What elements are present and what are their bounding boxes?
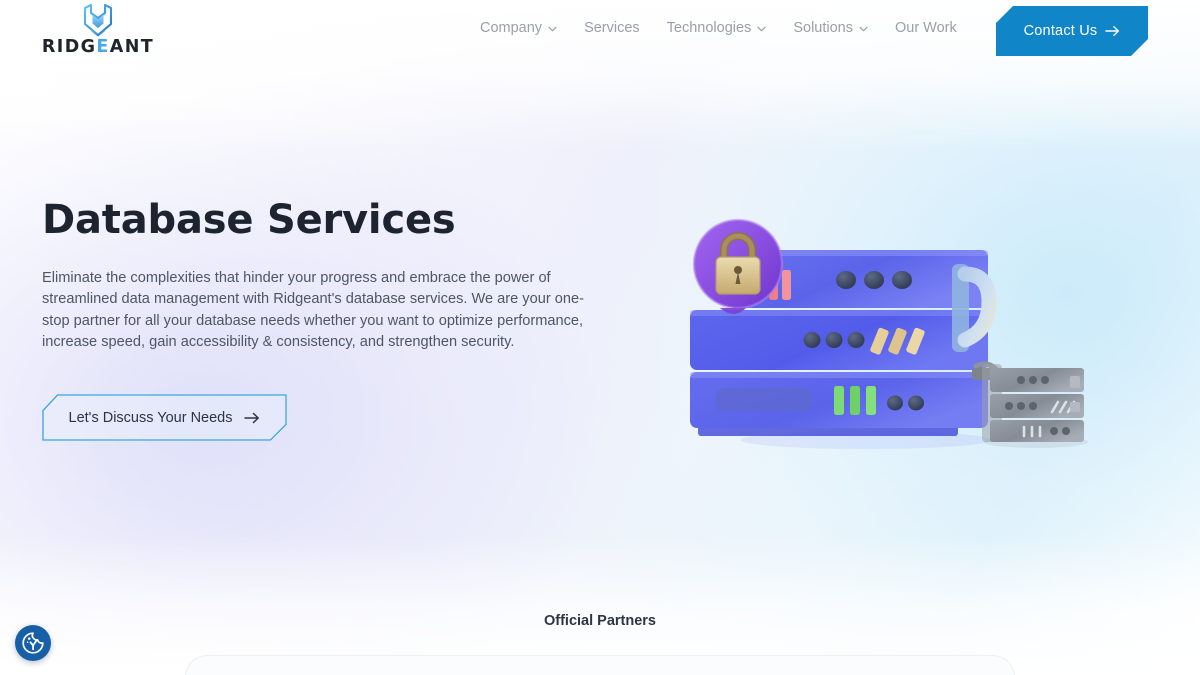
nav-label-solutions: Solutions xyxy=(793,20,853,36)
official-partners-heading: Official Partners xyxy=(543,613,656,629)
server-rack-middle-unit xyxy=(690,310,988,370)
hero-paragraph: Eliminate the complexities that hinder y… xyxy=(42,270,584,351)
logo-wordmark-prefix: RIDG xyxy=(41,37,97,57)
arrow-right-icon xyxy=(244,412,260,423)
contact-us-label: Contact Us xyxy=(1023,23,1098,39)
chevron-down-icon xyxy=(757,26,766,32)
server-rack-bottom-unit xyxy=(690,372,988,428)
main-navigation: Company Services Technologies Solutions xyxy=(480,21,957,36)
nav-label-our-work: Our Work xyxy=(894,20,957,36)
server-illustration-svg xyxy=(690,218,1088,449)
background-bottom-fade xyxy=(0,535,1200,675)
top-unit-ports xyxy=(836,271,912,289)
contact-us-button[interactable]: Contact Us xyxy=(996,6,1148,56)
bottom-unit-panel xyxy=(716,388,812,412)
shield-logo-icon xyxy=(83,4,113,37)
site-header: RIDGEANT Company Services Technologies S… xyxy=(0,0,1200,66)
logo-wordmark: RIDGEANT xyxy=(41,37,155,57)
logo-wordmark-suffix: ANT xyxy=(109,37,155,57)
cta-label: Let's Discuss Your Needs xyxy=(68,409,233,426)
green-indicator-bars xyxy=(834,386,876,415)
page-root: RIDGEANT Company Services Technologies S… xyxy=(0,0,1200,675)
nav-item-services[interactable]: Services xyxy=(584,21,640,36)
logo[interactable]: RIDGEANT xyxy=(34,4,162,62)
arrow-right-icon xyxy=(1105,25,1120,37)
page-title: Database Services xyxy=(42,197,456,243)
secondary-gray-server xyxy=(972,361,1088,448)
database-server-3d-illustration xyxy=(676,216,1096,456)
nav-item-our-work[interactable]: Our Work xyxy=(895,21,957,36)
nav-item-technologies[interactable]: Technologies xyxy=(667,21,767,36)
nav-label-company: Company xyxy=(480,20,543,36)
partners-logo-card xyxy=(185,655,1015,675)
hero-text-block: Database Services Eliminate the complexi… xyxy=(42,198,612,354)
accessibility-cookie-icon xyxy=(22,632,44,654)
gold-indicator-bars xyxy=(870,327,925,355)
chevron-down-icon xyxy=(548,26,557,32)
middle-unit-ports xyxy=(803,332,865,348)
nav-item-solutions[interactable]: Solutions xyxy=(793,21,868,36)
nav-label-services: Services xyxy=(584,20,640,36)
lets-discuss-your-needs-button[interactable]: Let's Discuss Your Needs xyxy=(42,394,287,441)
accessibility-widget-button[interactable] xyxy=(15,625,51,661)
chevron-down-icon xyxy=(859,26,868,32)
logo-wordmark-accent: E xyxy=(96,37,110,57)
nav-label-technologies: Technologies xyxy=(666,20,752,36)
nav-item-company[interactable]: Company xyxy=(480,21,557,36)
